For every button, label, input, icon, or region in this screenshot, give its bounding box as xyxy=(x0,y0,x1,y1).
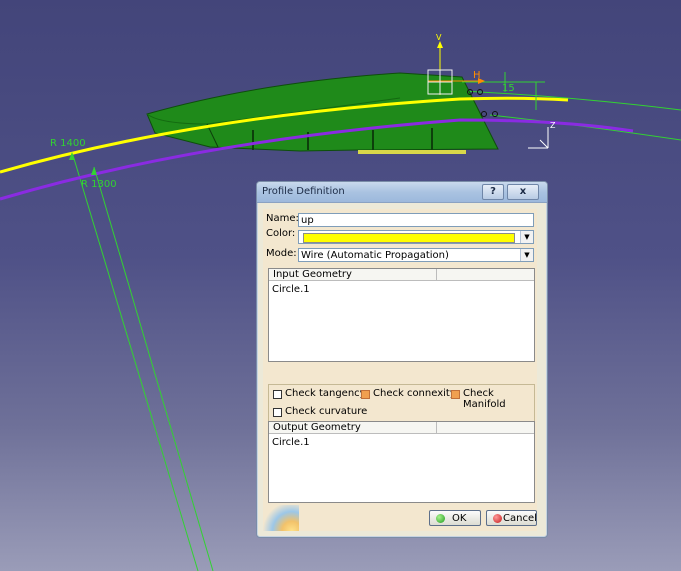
dialog-titlebar[interactable]: Profile Definition ? x xyxy=(257,182,547,203)
ok-button[interactable]: OK xyxy=(429,510,481,526)
cancel-label: Cancel xyxy=(503,513,537,524)
name-field[interactable]: up xyxy=(298,213,534,227)
axis-h-label: H xyxy=(473,70,481,81)
construction-arc xyxy=(489,114,681,141)
cancel-icon xyxy=(493,514,502,523)
axis-v-arrow xyxy=(437,41,443,48)
ok-label: OK xyxy=(452,513,467,524)
color-label: Color: xyxy=(266,228,296,239)
output-geometry-header-col2[interactable] xyxy=(437,422,534,434)
check-tangency-label[interactable]: Check tangency xyxy=(285,388,366,399)
check-options: Check tangency Check connexity Check Man… xyxy=(268,384,535,424)
input-geometry-header[interactable]: Input Geometry xyxy=(269,269,437,281)
chevron-down-icon[interactable]: ▼ xyxy=(520,249,533,261)
construction-line xyxy=(93,166,214,571)
name-label: Name: xyxy=(266,213,299,224)
list-item[interactable]: Circle.1 xyxy=(272,437,310,448)
input-geometry-header-col2[interactable] xyxy=(437,269,534,281)
close-button[interactable]: x xyxy=(507,184,539,200)
compass-z-label: Z xyxy=(550,121,556,130)
output-geometry-list[interactable]: Output Geometry Circle.1 xyxy=(268,421,535,503)
ok-icon xyxy=(436,514,445,523)
chevron-down-icon[interactable]: ▼ xyxy=(520,231,533,243)
input-geometry-list[interactable]: Input Geometry Circle.1 xyxy=(268,268,535,362)
dialog-title: Profile Definition xyxy=(262,186,345,197)
dim-15-label: 15 xyxy=(502,83,515,94)
help-button[interactable]: ? xyxy=(482,184,504,200)
color-dropdown[interactable]: ▼ xyxy=(298,230,534,244)
check-manifold-checkbox[interactable] xyxy=(451,390,460,399)
catia-logo-icon xyxy=(263,505,299,531)
mode-dropdown[interactable]: Wire (Automatic Propagation) ▼ xyxy=(298,248,534,262)
list-item[interactable]: Circle.1 xyxy=(272,284,310,295)
check-curvature-label[interactable]: Check curvature xyxy=(285,406,367,417)
dim-r1400-label: R 1400 xyxy=(50,138,86,149)
check-curvature-checkbox[interactable] xyxy=(273,408,282,417)
dim-r1300-label: R 1300 xyxy=(81,179,117,190)
axis-v-label: V xyxy=(436,33,442,42)
dim-arrow xyxy=(91,167,97,175)
constraint-marker xyxy=(481,111,487,117)
mode-value: Wire (Automatic Propagation) xyxy=(301,250,449,261)
dialog-body: Name: up Color: ▼ Mode: Wire (Automatic … xyxy=(263,209,537,531)
compass-y xyxy=(539,139,549,149)
output-geometry-header[interactable]: Output Geometry xyxy=(269,422,437,434)
cancel-button[interactable]: Cancel xyxy=(486,510,537,526)
check-tangency-checkbox[interactable] xyxy=(273,390,282,399)
profile-definition-dialog: Profile Definition ? x Name: up Color: ▼… xyxy=(256,181,548,538)
check-connexity-label[interactable]: Check connexity xyxy=(373,388,456,399)
check-manifold-label[interactable]: Check Manifold xyxy=(463,388,534,410)
mode-label: Mode: xyxy=(266,248,297,259)
construction-line xyxy=(71,151,199,571)
check-connexity-checkbox[interactable] xyxy=(361,390,370,399)
keel-strip xyxy=(358,150,466,154)
color-swatch xyxy=(303,233,515,243)
